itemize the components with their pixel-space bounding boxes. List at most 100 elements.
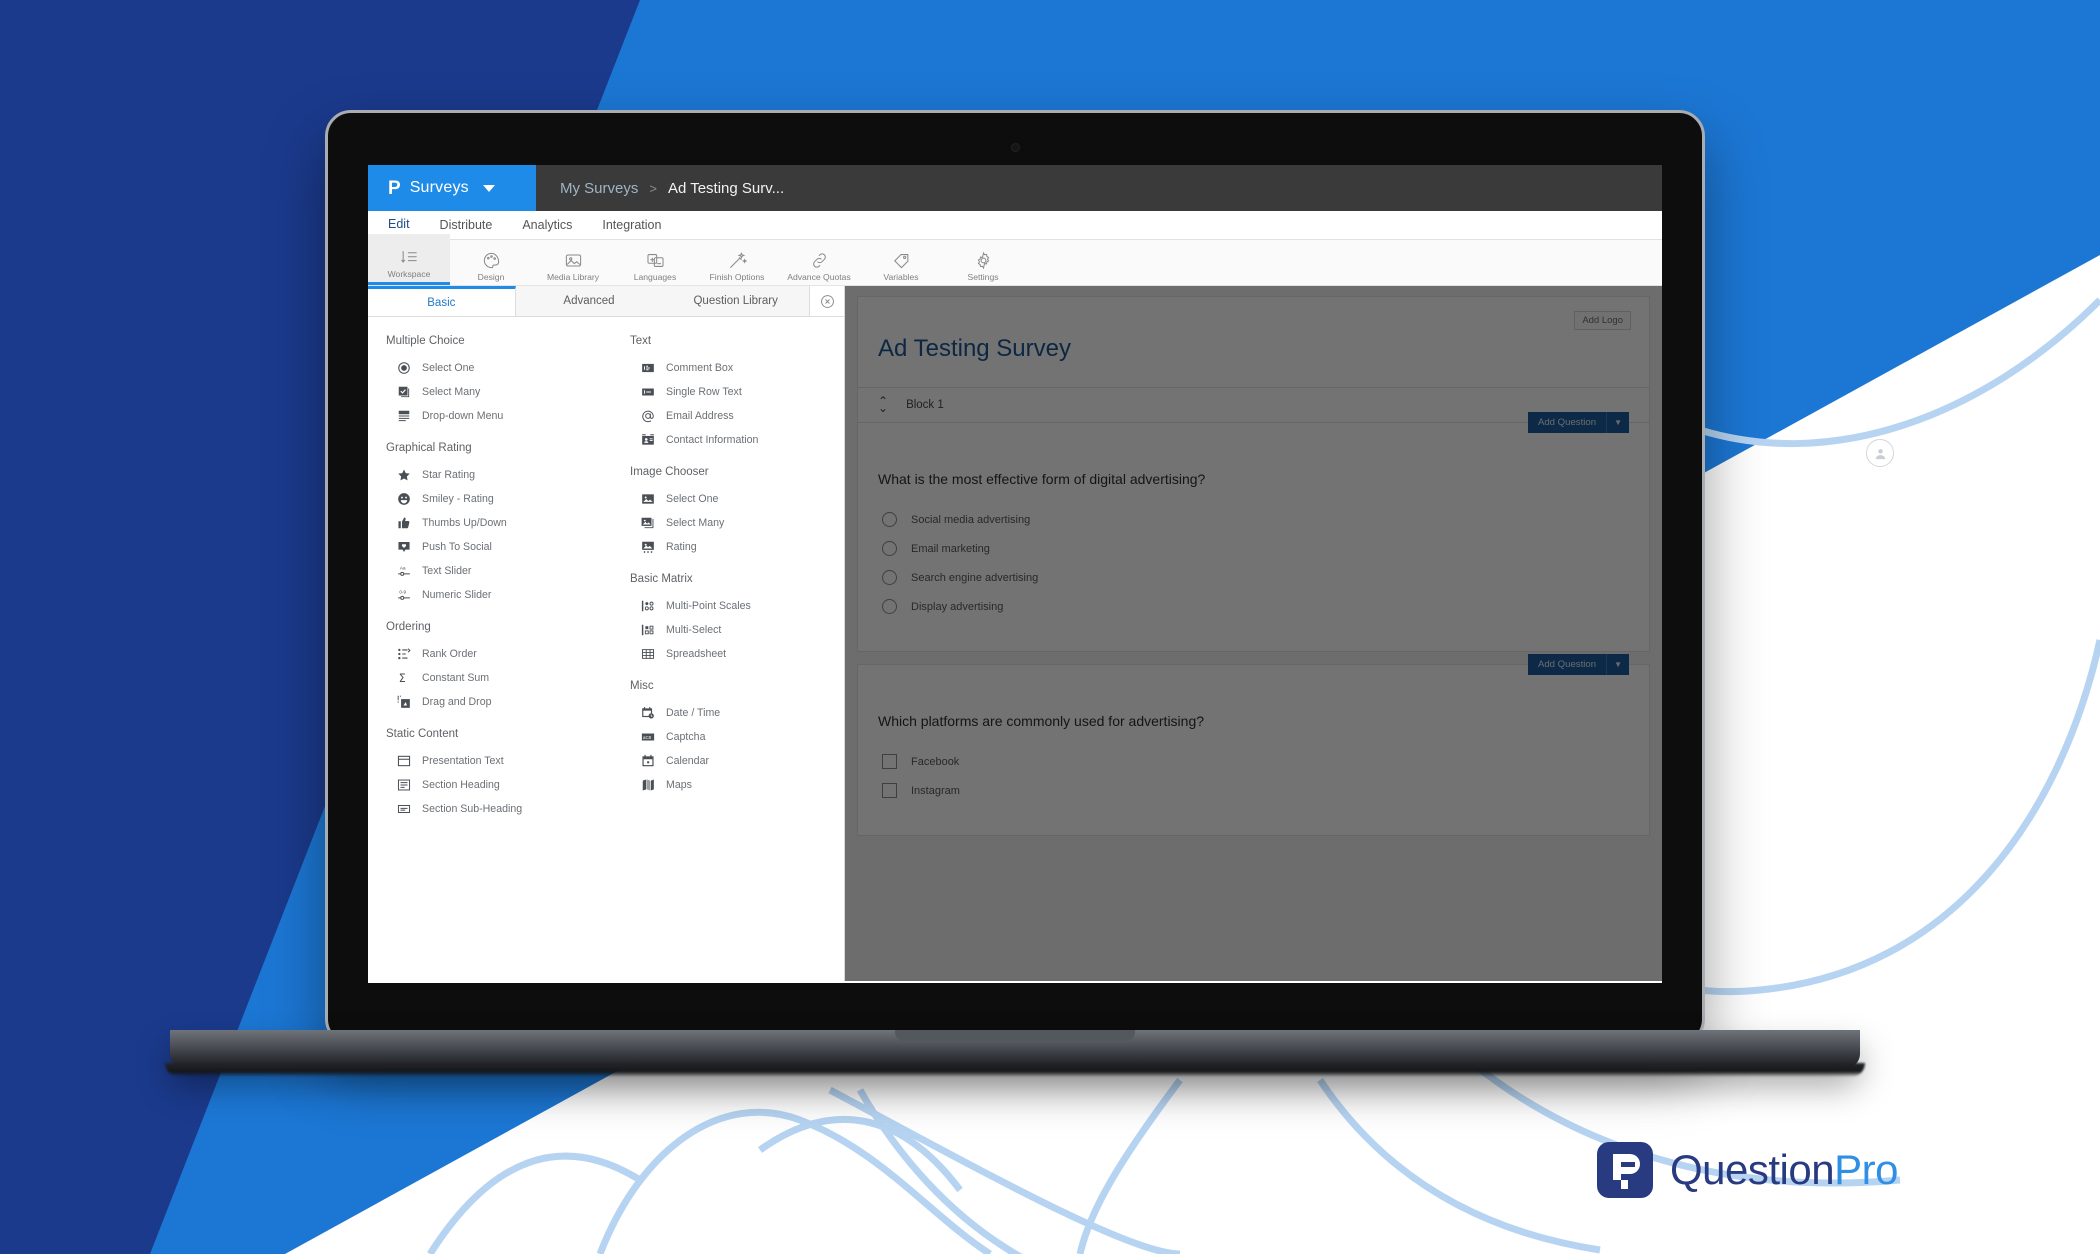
breadcrumb-separator-icon: >	[649, 180, 657, 196]
smiley-icon	[396, 492, 411, 507]
question-type-spreadsheet[interactable]: Spreadsheet	[622, 642, 844, 666]
panel-tab-question-library[interactable]: Question Library	[662, 286, 809, 316]
ribbon-label: Languages	[633, 272, 677, 282]
captcha-icon: aC8	[640, 730, 655, 745]
questionpro-logo: QuestionPro	[1597, 1142, 1898, 1198]
group-heading-graphical-rating: Graphical Rating	[386, 442, 472, 454]
question-type-label: Section Sub-Heading	[422, 803, 523, 815]
panel-tab-advanced[interactable]: Advanced	[516, 286, 663, 316]
spreadsheet-icon	[640, 647, 655, 662]
ribbon-item-languages[interactable]: Languages	[614, 237, 696, 285]
checkbox-stack-icon	[396, 385, 411, 400]
question-type-captcha[interactable]: aC8 Captcha	[622, 725, 844, 749]
question-type-label: Captcha	[666, 731, 706, 743]
breadcrumb-my-surveys[interactable]: My Surveys	[560, 180, 638, 197]
brand-surveys-menu[interactable]: P Surveys	[368, 165, 536, 211]
laptop-camera	[1011, 143, 1020, 152]
contact-card-icon	[640, 433, 655, 448]
question-type-section-heading[interactable]: Section Heading	[378, 773, 606, 797]
question-type-image-select-many[interactable]: Select Many	[622, 511, 844, 535]
question-type-push-to-social[interactable]: Push To Social	[378, 535, 606, 559]
logo-text-pro: Pro	[1834, 1146, 1898, 1193]
ribbon-item-variables[interactable]: Variables	[860, 237, 942, 285]
panel-close-button[interactable]	[809, 286, 845, 316]
question-type-drop-down-menu[interactable]: Drop-down Menu	[378, 404, 606, 428]
multi-point-scale-icon	[640, 599, 655, 614]
push-to-social-icon	[396, 540, 411, 555]
question-type-label: Numeric Slider	[422, 589, 492, 601]
question-panel-tabs: Basic Advanced Question Library	[368, 286, 845, 317]
question-type-multi-point-scales[interactable]: Multi-Point Scales	[622, 594, 844, 618]
question-type-select-one[interactable]: Select One	[378, 356, 606, 380]
section-heading-icon	[396, 778, 411, 793]
question-type-thumbs-up-down[interactable]: Thumbs Up/Down	[378, 511, 606, 535]
question-type-image-select-one[interactable]: Select One	[622, 487, 844, 511]
app-body: Basic Advanced Question Library Multiple…	[368, 286, 1662, 981]
ribbon-item-media-library[interactable]: Media Library	[532, 237, 614, 285]
modal-backdrop[interactable]	[845, 286, 1662, 981]
ribbon-item-design[interactable]: Design	[450, 237, 532, 285]
question-type-star-rating[interactable]: Star Rating	[378, 463, 606, 487]
question-types-column-left: Multiple Choice Select One Select Many D…	[368, 333, 606, 821]
presentation-text-icon	[396, 754, 411, 769]
app-top-bar: P Surveys My Surveys > Ad Testing Surv..…	[368, 165, 1662, 211]
ribbon-item-advance-quotas[interactable]: Advance Quotas	[778, 237, 860, 285]
question-type-label: Push To Social	[422, 541, 492, 553]
question-type-date-time[interactable]: Date / Time	[622, 701, 844, 725]
question-type-label: Contact Information	[666, 434, 759, 446]
map-icon	[640, 778, 655, 793]
question-type-label: Select Many	[666, 517, 725, 529]
question-type-email-address[interactable]: Email Address	[622, 404, 844, 428]
question-type-calendar[interactable]: Calendar	[622, 749, 844, 773]
image-rating-icon	[640, 540, 655, 555]
question-type-label: Single Row Text	[666, 386, 742, 398]
panel-tab-basic[interactable]: Basic	[368, 286, 516, 316]
tab-integration[interactable]: Integration	[600, 214, 663, 236]
question-type-multi-select[interactable]: Multi-Select	[622, 618, 844, 642]
ribbon-label: Settings	[967, 272, 999, 282]
question-type-numeric-slider[interactable]: 0-9 Numeric Slider	[378, 583, 606, 607]
ribbon-item-workspace[interactable]: Workspace	[368, 234, 450, 285]
question-type-smiley-rating[interactable]: Smiley - Rating	[378, 487, 606, 511]
ribbon-item-settings[interactable]: Settings	[942, 237, 1024, 285]
question-type-comment-box[interactable]: Comment Box	[622, 356, 844, 380]
questionpro-p-icon: P	[388, 177, 401, 199]
tab-analytics[interactable]: Analytics	[520, 214, 574, 236]
ribbon-toolbar: Workspace Design Media Library Languages…	[368, 234, 1662, 286]
question-type-single-row-text[interactable]: Single Row Text	[622, 380, 844, 404]
question-type-select-many[interactable]: Select Many	[378, 380, 606, 404]
group-heading-basic-matrix: Basic Matrix	[630, 573, 693, 585]
numeric-slider-icon: 0-9	[396, 588, 411, 603]
question-type-drag-and-drop[interactable]: Drag and Drop	[378, 690, 606, 714]
radio-selected-icon	[396, 361, 411, 376]
question-type-rank-order[interactable]: Rank Order	[378, 642, 606, 666]
question-type-label: Rank Order	[422, 648, 477, 660]
at-sign-icon	[640, 409, 655, 424]
ribbon-label: Advance Quotas	[787, 272, 851, 282]
star-icon	[396, 468, 411, 483]
question-type-constant-sum[interactable]: Σ Constant Sum	[378, 666, 606, 690]
question-type-label: Maps	[666, 779, 692, 791]
question-type-label: Date / Time	[666, 707, 721, 719]
ribbon-label: Workspace	[387, 269, 431, 279]
group-heading-text: Text	[630, 335, 652, 347]
question-type-text-slider[interactable]: Aa Text Slider	[378, 559, 606, 583]
text-slider-icon: Aa	[396, 564, 411, 579]
question-type-section-sub-heading[interactable]: Section Sub-Heading	[378, 797, 606, 821]
tab-distribute[interactable]: Distribute	[438, 214, 495, 236]
ribbon-item-finish-options[interactable]: Finish Options	[696, 237, 778, 285]
dropdown-list-icon	[396, 409, 411, 424]
gear-icon	[977, 251, 989, 270]
chevron-down-icon	[482, 184, 495, 192]
question-type-contact-information[interactable]: Contact Information	[622, 428, 844, 452]
close-circle-icon	[820, 294, 834, 308]
group-heading-multiple-choice: Multiple Choice	[386, 335, 465, 347]
magic-wand-icon	[729, 252, 747, 268]
question-type-presentation-text[interactable]: Presentation Text	[378, 749, 606, 773]
question-type-label: Calendar	[666, 755, 709, 767]
question-type-maps[interactable]: Maps	[622, 773, 844, 797]
question-type-image-rating[interactable]: Rating	[622, 535, 844, 559]
laptop-lid: P Surveys My Surveys > Ad Testing Surv..…	[325, 110, 1705, 1045]
calendar-icon	[640, 754, 655, 769]
section-subheading-icon	[396, 802, 411, 817]
